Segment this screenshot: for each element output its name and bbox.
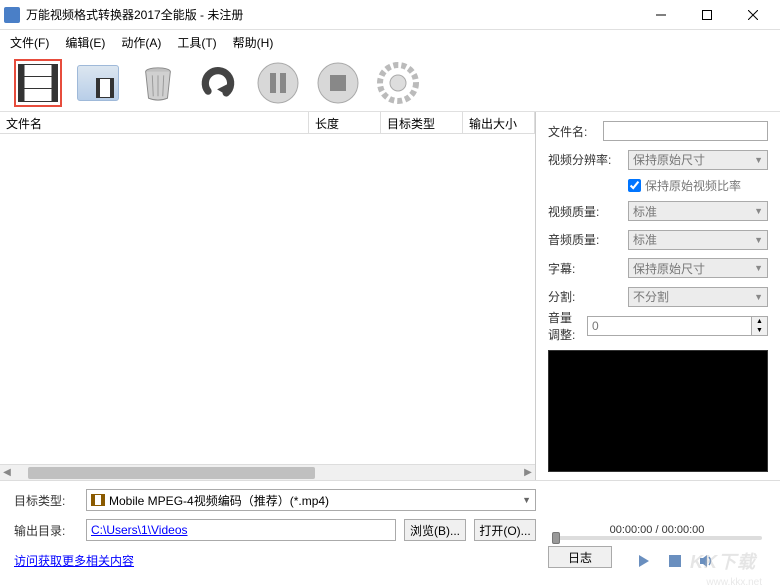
player-controls xyxy=(632,549,714,571)
window-title: 万能视频格式转换器2017全能版 - 未注册 xyxy=(26,6,638,23)
stop-icon xyxy=(317,62,359,104)
col-target-type[interactable]: 目标类型 xyxy=(381,112,463,133)
col-output-size[interactable]: 输出大小 xyxy=(463,112,535,133)
audio-quality-label: 音频质量: xyxy=(548,231,620,248)
chevron-down-icon: ▼ xyxy=(754,263,763,273)
title-bar: 万能视频格式转换器2017全能版 - 未注册 xyxy=(0,0,780,30)
more-content-link[interactable]: 访问获取更多相关内容 xyxy=(14,552,134,569)
output-dir-input[interactable] xyxy=(86,519,396,541)
slider-knob[interactable] xyxy=(552,532,560,544)
volume-spinner[interactable]: ▲ ▼ xyxy=(587,316,768,336)
col-length[interactable]: 长度 xyxy=(309,112,381,133)
target-type-value: Mobile MPEG-4视频编码（推荐）(*.mp4) xyxy=(109,492,329,509)
log-button[interactable]: 日志 xyxy=(548,546,612,568)
bottom-panel: 目标类型: Mobile MPEG-4视频编码（推荐）(*.mp4) ▼ 输出目… xyxy=(0,480,780,580)
chevron-down-icon: ▼ xyxy=(754,235,763,245)
add-folder-button[interactable] xyxy=(74,59,122,107)
browse-button[interactable]: 浏览(B)... xyxy=(404,519,466,541)
spin-down-button[interactable]: ▼ xyxy=(752,326,767,335)
menu-action[interactable]: 动作(A) xyxy=(115,32,167,53)
scroll-thumb[interactable] xyxy=(28,467,315,479)
play-icon[interactable] xyxy=(636,553,652,569)
menu-edit[interactable]: 编辑(E) xyxy=(59,32,111,53)
resolution-value: 保持原始尺寸 xyxy=(633,151,705,168)
resolution-label: 视频分辨率: xyxy=(548,151,620,168)
file-list-pane: 文件名 长度 目标类型 输出大小 ◀ ▶ xyxy=(0,112,536,480)
chevron-down-icon: ▼ xyxy=(754,206,763,216)
scroll-left-arrow[interactable]: ◀ xyxy=(0,467,14,478)
pause-button[interactable] xyxy=(254,59,302,107)
settings-pane: 文件名: 视频分辨率: 保持原始尺寸 ▼ 保持原始视频比率 视频质量: 标准 ▼… xyxy=(536,112,780,480)
list-header: 文件名 长度 目标类型 输出大小 xyxy=(0,112,535,134)
volume-icon[interactable] xyxy=(698,553,714,569)
scroll-track[interactable] xyxy=(28,467,507,479)
menu-bar: 文件(F) 编辑(E) 动作(A) 工具(T) 帮助(H) xyxy=(0,30,780,54)
resolution-select[interactable]: 保持原始尺寸 ▼ xyxy=(628,150,768,170)
keep-bitrate-label: 保持原始视频比率 xyxy=(645,177,741,194)
chevron-down-icon: ▼ xyxy=(754,292,763,302)
stop-small-icon[interactable] xyxy=(668,554,682,568)
trash-icon xyxy=(138,64,178,102)
audio-quality-select[interactable]: 标准 ▼ xyxy=(628,230,768,250)
add-file-button[interactable] xyxy=(14,59,62,107)
settings-button[interactable] xyxy=(374,59,422,107)
menu-file[interactable]: 文件(F) xyxy=(4,32,55,53)
preview-panel xyxy=(548,350,768,472)
output-dir-label: 输出目录: xyxy=(14,522,78,539)
window-controls xyxy=(638,0,776,30)
menu-help[interactable]: 帮助(H) xyxy=(227,32,280,53)
subtitle-select[interactable]: 保持原始尺寸 ▼ xyxy=(628,258,768,278)
chevron-down-icon: ▼ xyxy=(754,155,763,165)
filename-input[interactable] xyxy=(603,121,768,141)
split-value: 不分割 xyxy=(633,288,669,305)
main-content: 文件名 长度 目标类型 输出大小 ◀ ▶ 文件名: 视频分辨率: 保持原始尺寸 … xyxy=(0,112,780,480)
col-filename[interactable]: 文件名 xyxy=(0,112,309,133)
minimize-button[interactable] xyxy=(638,0,684,30)
target-type-select[interactable]: Mobile MPEG-4视频编码（推荐）(*.mp4) ▼ xyxy=(86,489,536,511)
redo-arrow-icon xyxy=(197,64,239,102)
spin-up-button[interactable]: ▲ xyxy=(752,317,767,326)
chevron-down-icon: ▼ xyxy=(522,495,531,505)
filename-label: 文件名: xyxy=(548,123,595,140)
video-quality-select[interactable]: 标准 ▼ xyxy=(628,201,768,221)
open-button[interactable]: 打开(O)... xyxy=(474,519,536,541)
file-list-body[interactable] xyxy=(0,134,535,464)
target-type-label: 目标类型: xyxy=(14,492,78,509)
video-quality-value: 标准 xyxy=(633,203,657,220)
delete-button[interactable] xyxy=(134,59,182,107)
split-select[interactable]: 不分割 ▼ xyxy=(628,287,768,307)
toolbar xyxy=(0,54,780,112)
playback-slider[interactable] xyxy=(552,536,761,540)
bottom-right: 00:00:00 / 00:00:00 日志 xyxy=(536,487,766,574)
volume-input[interactable] xyxy=(588,317,751,335)
maximize-button[interactable] xyxy=(684,0,730,30)
close-button[interactable] xyxy=(730,0,776,30)
gear-icon xyxy=(377,62,419,104)
subtitle-value: 保持原始尺寸 xyxy=(633,260,705,277)
film-icon xyxy=(18,64,58,102)
subtitle-label: 字幕: xyxy=(548,260,620,277)
bottom-left: 目标类型: Mobile MPEG-4视频编码（推荐）(*.mp4) ▼ 输出目… xyxy=(14,487,536,574)
film-mini-icon xyxy=(91,494,105,506)
stop-button[interactable] xyxy=(314,59,362,107)
audio-quality-value: 标准 xyxy=(633,231,657,248)
volume-label: 音量调整: xyxy=(548,309,579,343)
app-icon xyxy=(4,7,20,23)
convert-button[interactable] xyxy=(194,59,242,107)
menu-tools[interactable]: 工具(T) xyxy=(171,32,222,53)
video-quality-label: 视频质量: xyxy=(548,203,620,220)
keep-bitrate-checkbox[interactable] xyxy=(628,179,641,192)
scroll-right-arrow[interactable]: ▶ xyxy=(521,467,535,478)
preview-time: 00:00:00 / 00:00:00 xyxy=(548,524,766,536)
folder-icon xyxy=(77,65,119,101)
pause-icon xyxy=(257,62,299,104)
horizontal-scrollbar[interactable]: ◀ ▶ xyxy=(0,464,535,480)
split-label: 分割: xyxy=(548,288,620,305)
